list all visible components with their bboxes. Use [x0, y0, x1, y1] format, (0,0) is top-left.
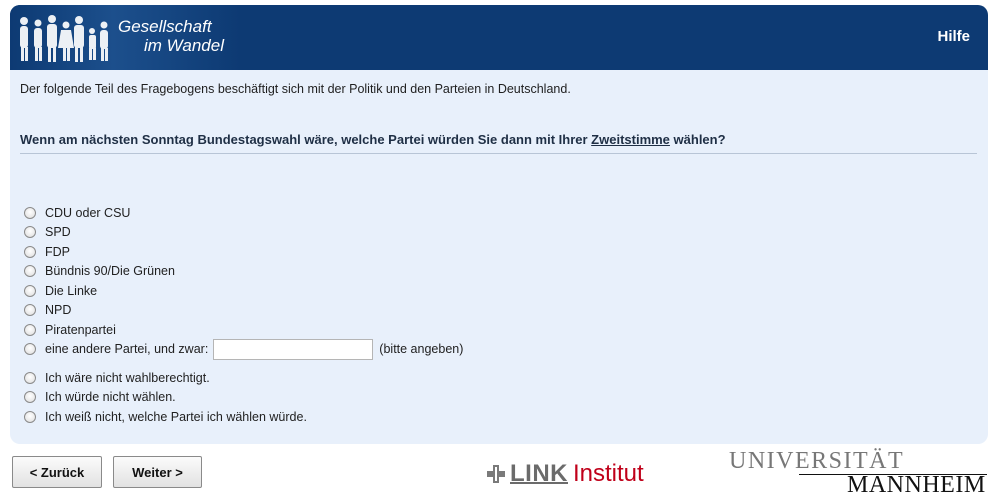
university-mannheim-logo: UNIVERSITÄT MANNHEIM: [729, 448, 991, 498]
question-suffix: wählen?: [669, 132, 726, 147]
option-label[interactable]: FDP: [45, 245, 70, 259]
other-hint: (bitte angeben): [379, 342, 464, 357]
option-label[interactable]: eine andere Partei, und zwar:: [45, 342, 208, 356]
option-label[interactable]: Die Linke: [45, 284, 97, 298]
link-word: LINK: [510, 460, 568, 487]
radio-button[interactable]: [24, 391, 36, 404]
other-party-input[interactable]: [213, 338, 374, 360]
radio-button[interactable]: [24, 410, 36, 423]
radio-button[interactable]: [24, 304, 36, 317]
radio-button[interactable]: [24, 284, 36, 297]
option-label[interactable]: NPD: [45, 303, 71, 317]
link-institut-logo: LINK Institut: [486, 460, 644, 488]
project-logo: Gesellschaft im Wandel: [10, 5, 240, 70]
radio-button[interactable]: [24, 343, 36, 356]
option-would-not-vote[interactable]: Ich würde nicht wählen.: [24, 388, 463, 408]
option-npd[interactable]: NPD: [24, 301, 463, 321]
next-button[interactable]: Weiter >: [113, 456, 202, 488]
option-dont-know[interactable]: Ich weiß nicht, welche Partei ich wählen…: [24, 407, 463, 427]
radio-button[interactable]: [24, 226, 36, 239]
option-spd[interactable]: SPD: [24, 223, 463, 243]
header-bar: Gesellschaft im Wandel Hilfe: [10, 5, 988, 70]
back-button[interactable]: < Zurück: [12, 456, 102, 488]
option-label[interactable]: Ich weiß nicht, welche Partei ich wählen…: [45, 410, 307, 424]
option-piraten[interactable]: Piratenpartei: [24, 320, 463, 340]
logo-line1: Gesellschaft: [118, 17, 212, 36]
radio-button[interactable]: [24, 323, 36, 336]
institut-word: Institut: [573, 460, 644, 487]
link-cross-icon: [487, 465, 505, 483]
option-label[interactable]: Bündnis 90/Die Grünen: [45, 264, 175, 278]
answer-options: CDU oder CSU SPD FDP Bündnis 90/Die Grün…: [24, 203, 463, 427]
intro-text: Der folgende Teil des Fragebogens beschä…: [20, 82, 571, 96]
option-linke[interactable]: Die Linke: [24, 281, 463, 301]
option-gruene[interactable]: Bündnis 90/Die Grünen: [24, 262, 463, 282]
questionnaire-panel: Der folgende Teil des Fragebogens beschä…: [10, 70, 988, 444]
option-label[interactable]: SPD: [45, 225, 71, 239]
uni-bottom-word: MANNHEIM: [847, 472, 986, 498]
radio-button[interactable]: [24, 265, 36, 278]
help-link[interactable]: Hilfe: [937, 28, 970, 45]
option-label[interactable]: Ich würde nicht wählen.: [45, 390, 176, 404]
people-silhouette-icon: [20, 15, 108, 62]
question-emphasis: Zweitstimme: [591, 132, 670, 147]
radio-button[interactable]: [24, 245, 36, 258]
logo-text: Gesellschaft im Wandel: [118, 17, 224, 55]
option-cdu-csu[interactable]: CDU oder CSU: [24, 203, 463, 223]
question-prefix: Wenn am nächsten Sonntag Bundestagswahl …: [20, 132, 592, 147]
radio-button[interactable]: [24, 206, 36, 219]
logo-line2: im Wandel: [144, 36, 224, 55]
radio-button[interactable]: [24, 371, 36, 384]
uni-top-word: UNIVERSITÄT: [729, 448, 905, 474]
option-label[interactable]: Piratenpartei: [45, 323, 116, 337]
question-text: Wenn am nächsten Sonntag Bundestagswahl …: [20, 132, 726, 147]
option-not-eligible[interactable]: Ich wäre nicht wahlberechtigt.: [24, 368, 463, 388]
option-label[interactable]: Ich wäre nicht wahlberechtigt.: [45, 371, 210, 385]
option-fdp[interactable]: FDP: [24, 242, 463, 262]
option-other-party[interactable]: eine andere Partei, und zwar: (bitte ange…: [24, 338, 464, 360]
divider: [20, 153, 977, 154]
option-label[interactable]: CDU oder CSU: [45, 206, 130, 220]
